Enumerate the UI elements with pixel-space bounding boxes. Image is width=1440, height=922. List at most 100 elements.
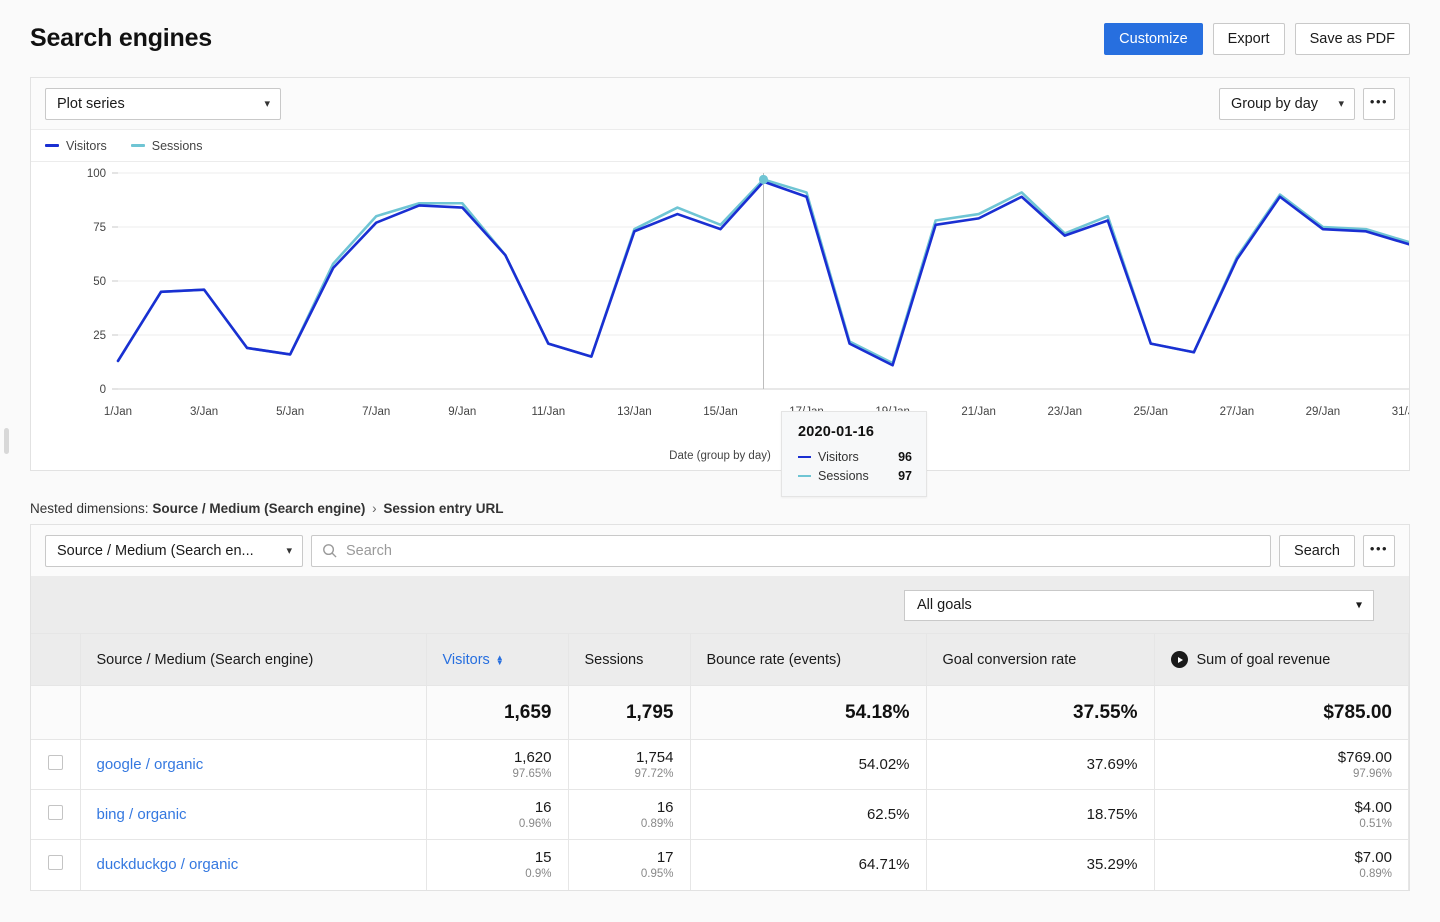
x-axis-tick-label: 31/Jan — [1392, 406, 1409, 418]
visitors-column-label: Visitors — [442, 651, 490, 668]
table-totals-row: 1,659 1,795 54.18% 37.55% $785.00 — [31, 685, 1409, 740]
plot-series-select[interactable]: Plot series ▾ — [45, 87, 281, 120]
row-sessions-cell: 17 0.95% — [568, 839, 691, 890]
search-field-wrapper[interactable] — [311, 534, 1272, 567]
x-axis-tick-label: 7/Jan — [362, 406, 390, 418]
row-sessions-cell: 16 0.89% — [568, 789, 691, 840]
tooltip-date: 2020-01-16 — [798, 424, 875, 440]
totals-dimension-cell — [80, 685, 427, 740]
row-select-cell[interactable] — [31, 739, 81, 790]
y-axis-tick-label: 0 — [100, 384, 106, 396]
totals-visitors-cell: 1,659 — [426, 685, 569, 740]
y-axis-tick-label: 25 — [93, 330, 106, 342]
row-goal-revenue-cell: $7.00 0.89% — [1154, 839, 1409, 890]
row-checkbox[interactable] — [47, 754, 63, 770]
customize-button[interactable]: Customize — [1104, 22, 1203, 55]
tooltip-value-sessions: 97 — [898, 469, 912, 483]
legend-color-swatch-visitors — [45, 144, 59, 147]
x-axis-tick-label: 11/Jan — [531, 406, 565, 418]
page-title: Search engines — [30, 24, 213, 52]
totals-goal-revenue-cell: $785.00 — [1154, 685, 1409, 740]
chart-more-options-button[interactable]: ••• — [1363, 87, 1395, 120]
x-axis-tick-label: 27/Jan — [1220, 406, 1255, 418]
table-row[interactable]: bing / organic 16 0.96% 16 0.89% 62.5% 18.75% $… — [31, 789, 1409, 840]
table-toolbar: Source / Medium (Search en... ▾ Search •… — [31, 525, 1409, 577]
row-goal-revenue-cell: $769.00 97.96% — [1154, 739, 1409, 790]
x-axis-tick-label: 13/Jan — [617, 406, 652, 418]
goals-select[interactable]: All goals ▾ — [904, 589, 1374, 621]
nested-dimension-level-1: Source / Medium (Search engine) — [152, 501, 366, 516]
row-bounce-rate-cell: 54.02% — [690, 739, 927, 790]
goal-revenue-column-header[interactable]: Sum of goal revenue — [1154, 633, 1409, 686]
sessions-column-header[interactable]: Sessions — [568, 633, 691, 686]
page-header: Search engines Customize Export Save as … — [0, 0, 1440, 77]
page-scroll-handle[interactable] — [4, 428, 9, 454]
chevron-right-icon: › — [372, 501, 377, 516]
row-bounce-rate-cell: 62.5% — [690, 789, 927, 840]
highlighted-data-point[interactable] — [758, 174, 769, 185]
search-button[interactable]: Search — [1279, 534, 1355, 567]
x-axis-tick-label: 25/Jan — [1134, 406, 1169, 418]
save-as-pdf-button[interactable]: Save as PDF — [1294, 22, 1410, 55]
plot-series-label: Plot series — [57, 95, 125, 112]
bounce-rate-column-header[interactable]: Bounce rate (events) — [690, 633, 927, 686]
dimension-link[interactable]: google / organic — [97, 756, 204, 773]
row-sessions-cell: 1,754 97.72% — [568, 739, 691, 790]
legend-label-visitors: Visitors — [66, 138, 107, 153]
y-axis-tick-label: 75 — [93, 222, 106, 234]
row-visitors-cell: 16 0.96% — [426, 789, 569, 840]
visitors-column-header[interactable]: Visitors ▲ ▼ — [426, 633, 569, 686]
legend-label-sessions: Sessions — [151, 138, 203, 153]
table-row[interactable]: duckduckgo / organic 15 0.9% 17 0.95% 64.71% 3… — [31, 839, 1409, 890]
row-goal-conversion-rate-cell: 37.69% — [926, 739, 1155, 790]
header-actions: Customize Export Save as PDF — [1104, 22, 1410, 55]
goal-conversion-rate-column-header[interactable]: Goal conversion rate — [926, 633, 1155, 686]
line-chart-svg: 0 25 50 75 100 1/Jan 3/Jan 5/Jan 7/Jan 9/Jan 11/Ja… — [87, 168, 1409, 418]
table-header-row: Source / Medium (Search engine) Visitors… — [31, 633, 1409, 686]
row-dimension-cell[interactable]: bing / organic — [80, 789, 427, 840]
row-select-cell[interactable] — [31, 789, 81, 840]
dimension-select-label: Source / Medium (Search en... — [57, 542, 254, 559]
legend-item-sessions[interactable]: Sessions — [130, 138, 203, 153]
export-button[interactable]: Export — [1212, 22, 1285, 55]
chart-legend: Visitors Sessions — [31, 130, 1409, 162]
chart-plot-area[interactable]: 0 25 50 75 100 1/Jan 3/Jan 5/Jan 7/Jan 9/Jan 11/Ja… — [31, 162, 1409, 497]
row-goal-conversion-rate-cell: 35.29% — [926, 839, 1155, 890]
row-dimension-cell[interactable]: google / organic — [80, 739, 427, 790]
row-select-cell[interactable] — [31, 839, 81, 890]
chevron-down-icon: ▾ — [264, 97, 270, 110]
row-checkbox[interactable] — [47, 854, 63, 870]
chevron-down-icon: ▾ — [286, 544, 292, 557]
x-axis-tick-label: 21/Jan — [961, 406, 996, 418]
legend-item-visitors[interactable]: Visitors — [45, 139, 107, 153]
chart-card: Plot series ▾ Group by day ▾ ••• Visitor… — [30, 77, 1410, 497]
legend-color-swatch-sessions — [130, 144, 145, 147]
search-input[interactable] — [346, 542, 1261, 559]
table-row[interactable]: google / organic 1,620 97.65% 1,754 97.72% 54… — [31, 739, 1409, 790]
data-table-card: Source / Medium (Search en... ▾ Search •… — [30, 524, 1410, 891]
visitors-sort-control[interactable]: Visitors ▲ ▼ — [443, 652, 504, 668]
row-goal-conversion-rate-cell: 18.75% — [926, 789, 1155, 840]
row-dimension-cell[interactable]: duckduckgo / organic — [80, 839, 427, 890]
chevron-down-icon: ▾ — [1338, 97, 1344, 110]
play-circle-icon — [1170, 651, 1188, 668]
dimension-link[interactable]: bing / organic — [97, 806, 187, 823]
row-checkbox[interactable] — [47, 804, 63, 820]
table-more-options-button[interactable]: ••• — [1363, 534, 1395, 567]
y-axis-tick-label: 50 — [93, 276, 106, 288]
sort-arrows-icon: ▲ ▼ — [495, 652, 504, 667]
dimension-select[interactable]: Source / Medium (Search en... ▾ — [45, 534, 303, 567]
x-axis-tick-label: 29/Jan — [1306, 406, 1341, 418]
totals-select-cell — [31, 685, 81, 740]
goals-select-label: All goals — [917, 597, 972, 613]
dimension-link[interactable]: duckduckgo / organic — [97, 856, 239, 873]
group-by-select[interactable]: Group by day ▾ — [1219, 87, 1355, 120]
x-axis-tick-label: 9/Jan — [448, 406, 476, 418]
row-goal-revenue-cell: $4.00 0.51% — [1154, 789, 1409, 840]
table-head: Source / Medium (Search engine) Visitors… — [31, 633, 1409, 686]
totals-bounce-rate-cell: 54.18% — [690, 685, 927, 740]
goal-revenue-column-label: Sum of goal revenue — [1196, 651, 1331, 668]
x-axis-tick-label: 23/Jan — [1047, 406, 1082, 418]
row-visitors-cell: 1,620 97.65% — [426, 739, 569, 790]
tooltip-color-swatch-sessions — [798, 474, 811, 478]
